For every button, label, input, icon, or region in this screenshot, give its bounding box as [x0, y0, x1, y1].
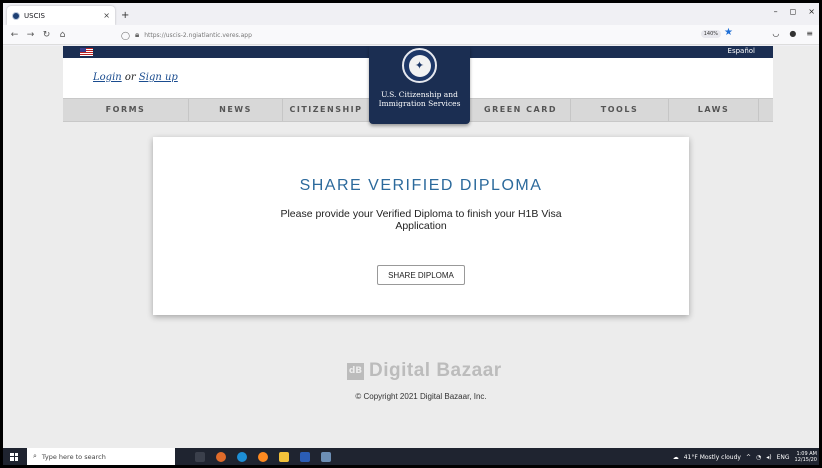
- login-signup: Login or Sign up: [93, 72, 178, 83]
- browser-tab-bar: USCIS × + – ◻ ×: [3, 3, 819, 25]
- nav-forms[interactable]: FORMS: [63, 99, 189, 121]
- taskbar-search-placeholder: Type here to search: [41, 452, 106, 461]
- windows-start-icon[interactable]: [10, 452, 18, 461]
- search-icon: ⌕: [33, 452, 37, 460]
- page-viewport: Español Login or Sign up FORMS NEWS CITI…: [3, 46, 819, 448]
- or-text: or: [124, 72, 136, 83]
- address-bar[interactable]: ◯ 🔒︎ https://uscis-2.ngiatlantic.veres.a…: [121, 28, 737, 42]
- digital-bazaar-mark-icon: dB: [347, 362, 364, 380]
- back-arrow-icon[interactable]: ←: [10, 30, 19, 40]
- app-icon-2[interactable]: [321, 451, 331, 462]
- browser-toolbar: ← → ↻ ⌂ ◯ 🔒︎ https://uscis-2.ngiatlantic…: [3, 25, 819, 45]
- word-icon[interactable]: [300, 451, 310, 462]
- espanol-link[interactable]: Español: [728, 47, 755, 55]
- nav-green-card[interactable]: GREEN CARD: [471, 99, 571, 121]
- bookmark-star-icon[interactable]: ★: [724, 27, 733, 38]
- card-title: SHARE VERIFIED DIPLOMA: [299, 177, 543, 194]
- minimize-button[interactable]: –: [774, 7, 778, 16]
- window-controls: – ◻ ×: [774, 7, 815, 16]
- agency-name: U.S. Citizenship and Immigration Service…: [369, 90, 470, 108]
- agency-name-line1: U.S. Citizenship and: [381, 90, 458, 99]
- taskbar-search[interactable]: ⌕ Type here to search: [27, 448, 175, 465]
- firefox-icon[interactable]: [258, 451, 268, 462]
- new-tab-button[interactable]: +: [121, 10, 129, 21]
- signup-link[interactable]: Sign up: [139, 72, 178, 83]
- weather-text[interactable]: 41°F Mostly cloudy: [684, 454, 741, 461]
- weather-icon: ☁: [672, 453, 679, 461]
- digital-bazaar-name: Digital Bazaar: [369, 360, 502, 381]
- copyright-text: © Copyright 2021 Digital Bazaar, Inc.: [355, 392, 487, 401]
- close-window-button[interactable]: ×: [808, 7, 815, 16]
- windows-taskbar: ⌕ Type here to search ☁ 41°F Mostly clou…: [3, 448, 819, 465]
- nav-laws[interactable]: LAWS: [669, 99, 759, 121]
- taskbar-apps: [195, 451, 331, 462]
- browser-tab[interactable]: USCIS ×: [7, 6, 115, 25]
- tab-title: USCIS: [24, 11, 45, 20]
- home-icon[interactable]: ⌂: [58, 30, 67, 40]
- uscis-favicon-icon: [12, 11, 20, 20]
- tray-chevron-icon[interactable]: ^: [746, 454, 751, 461]
- eagle-icon: ✦: [408, 54, 431, 77]
- share-diploma-button[interactable]: SHARE DIPLOMA: [377, 265, 465, 285]
- app-icon-1[interactable]: [216, 451, 226, 462]
- us-flag-icon: [80, 48, 93, 56]
- shield-icon: ◯: [121, 30, 130, 40]
- task-view-icon[interactable]: [195, 451, 205, 462]
- tab-close-icon[interactable]: ×: [103, 11, 110, 20]
- url-text: https://uscis-2.ngiatlantic.veres.app: [144, 31, 252, 39]
- nav-tools[interactable]: TOOLS: [571, 99, 669, 121]
- uscis-logo[interactable]: ✦ U.S. Citizenship and Immigration Servi…: [369, 46, 470, 124]
- forward-arrow-icon[interactable]: →: [26, 30, 35, 40]
- digital-bazaar-logo: dB Digital Bazaar: [347, 360, 502, 382]
- clock-date: 12/15/20: [794, 457, 817, 463]
- dhs-seal-icon: ✦: [402, 48, 437, 83]
- network-icon[interactable]: ◔: [756, 454, 761, 461]
- share-diploma-card: SHARE VERIFIED DIPLOMA Please provide yo…: [153, 137, 689, 315]
- volume-icon[interactable]: ◂): [766, 454, 771, 461]
- reload-icon[interactable]: ↻: [42, 30, 51, 40]
- login-link[interactable]: Login: [93, 72, 122, 83]
- menu-icon[interactable]: ≡: [806, 29, 813, 38]
- file-explorer-icon[interactable]: [279, 451, 289, 462]
- zoom-level[interactable]: 140%: [700, 30, 721, 38]
- agency-name-line2: Immigration Services: [378, 99, 461, 108]
- lock-icon: 🔒︎: [134, 30, 140, 39]
- account-icon[interactable]: ●: [789, 29, 796, 38]
- edge-icon[interactable]: [237, 451, 247, 462]
- pocket-icon[interactable]: ◡: [772, 29, 779, 38]
- nav-citizenship[interactable]: CITIZENSHIP: [283, 99, 369, 121]
- language-indicator[interactable]: ENG: [777, 454, 790, 461]
- maximize-button[interactable]: ◻: [790, 7, 797, 16]
- toolbar-right: ◡ ● ≡: [772, 29, 813, 38]
- clock[interactable]: 1:09 AM 12/15/20: [795, 451, 817, 463]
- card-message: Please provide your Verified Diploma to …: [280, 208, 562, 232]
- system-tray: ☁ 41°F Mostly cloudy ^ ◔ ◂) ENG 1:09 AM …: [673, 451, 817, 463]
- desktop-screen: USCIS × + – ◻ × ← → ↻ ⌂ ◯ 🔒︎ https://usc…: [3, 3, 819, 465]
- nav-news[interactable]: NEWS: [189, 99, 283, 121]
